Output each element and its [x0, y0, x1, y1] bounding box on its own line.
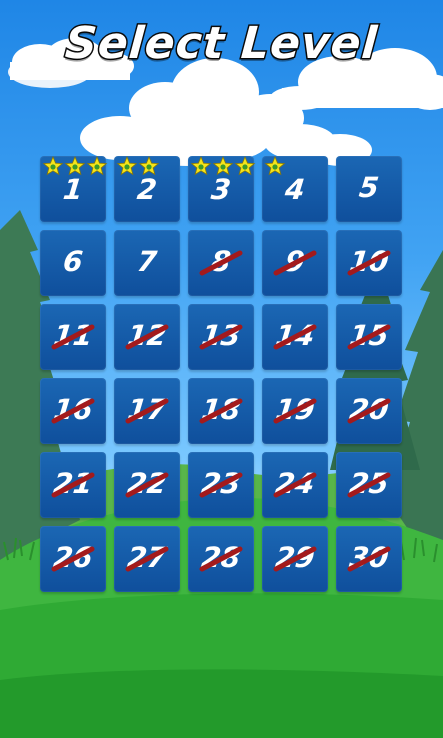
- level-number: 1: [61, 173, 85, 206]
- level-tile-17[interactable]: 17: [114, 378, 180, 444]
- level-number: 16: [51, 393, 95, 426]
- level-number: 26: [51, 541, 95, 574]
- game-scene: Select Level 1 2 3 4 5 6 7 8 9 10 11 12 13 14 15 16 17 18…: [0, 0, 443, 738]
- level-tile-28[interactable]: 28: [188, 526, 254, 592]
- level-number: 29: [273, 541, 317, 574]
- level-tile-20[interactable]: 20: [336, 378, 402, 444]
- level-number: 5: [357, 171, 381, 204]
- level-number: 23: [199, 467, 243, 500]
- level-number: 7: [135, 245, 159, 278]
- level-tile-16[interactable]: 16: [40, 378, 106, 444]
- level-grid: 1 2 3 4 5 6 7 8 9 10 11 12 13 14 15 16 17 18 19 20 21 22 23 24 2…: [40, 156, 402, 592]
- level-number: 19: [273, 393, 317, 426]
- level-number: 18: [199, 393, 243, 426]
- level-tile-18[interactable]: 18: [188, 378, 254, 444]
- level-tile-22[interactable]: 22: [114, 452, 180, 518]
- level-number: 30: [347, 541, 391, 574]
- level-tile-26[interactable]: 26: [40, 526, 106, 592]
- level-tile-15[interactable]: 15: [336, 304, 402, 370]
- level-tile-13[interactable]: 13: [188, 304, 254, 370]
- level-number: 6: [61, 245, 85, 278]
- level-tile-25[interactable]: 25: [336, 452, 402, 518]
- level-tile-7[interactable]: 7: [114, 230, 180, 296]
- level-tile-3[interactable]: 3: [188, 156, 256, 222]
- level-number: 20: [347, 393, 391, 426]
- level-tile-19[interactable]: 19: [262, 378, 328, 444]
- level-number: 9: [283, 245, 307, 278]
- level-number: 12: [125, 319, 169, 352]
- level-number: 4: [283, 173, 307, 206]
- level-tile-6[interactable]: 6: [40, 230, 106, 296]
- level-tile-29[interactable]: 29: [262, 526, 328, 592]
- level-tile-14[interactable]: 14: [262, 304, 328, 370]
- level-number: 25: [347, 467, 391, 500]
- page-title: Select Level: [62, 17, 381, 71]
- level-tile-12[interactable]: 12: [114, 304, 180, 370]
- level-tile-1[interactable]: 1: [40, 156, 108, 222]
- level-number: 17: [125, 393, 169, 426]
- level-number: 14: [273, 319, 317, 352]
- level-number: 2: [135, 173, 159, 206]
- level-tile-11[interactable]: 11: [40, 304, 106, 370]
- level-number: 28: [199, 541, 243, 574]
- level-number: 15: [347, 319, 391, 352]
- level-number: 10: [347, 245, 391, 278]
- level-tile-10[interactable]: 10: [336, 230, 402, 296]
- level-tile-27[interactable]: 27: [114, 526, 180, 592]
- level-tile-5[interactable]: 5: [336, 156, 402, 222]
- level-number: 21: [51, 467, 95, 500]
- level-number: 3: [209, 173, 233, 206]
- level-number: 13: [199, 319, 243, 352]
- level-number: 27: [125, 541, 169, 574]
- level-tile-4[interactable]: 4: [262, 156, 328, 222]
- level-tile-8[interactable]: 8: [188, 230, 254, 296]
- level-number: 11: [51, 319, 95, 352]
- level-tile-30[interactable]: 30: [336, 526, 402, 592]
- level-number: 22: [125, 467, 169, 500]
- level-number: 24: [273, 467, 317, 500]
- level-tile-2[interactable]: 2: [114, 156, 180, 222]
- level-tile-24[interactable]: 24: [262, 452, 328, 518]
- level-tile-23[interactable]: 23: [188, 452, 254, 518]
- level-tile-9[interactable]: 9: [262, 230, 328, 296]
- level-tile-21[interactable]: 21: [40, 452, 106, 518]
- level-number: 8: [209, 245, 233, 278]
- grass-bottom: [0, 669, 443, 738]
